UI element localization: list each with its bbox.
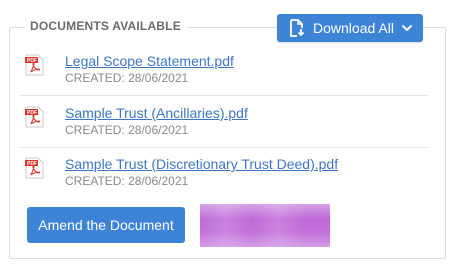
panel-title: DOCUMENTS AVAILABLE (24, 18, 187, 34)
document-created-date: CREATED: 28/06/2021 (65, 123, 189, 137)
document-item: PDF Sample Trust (Discretionary Trust De… (19, 155, 429, 199)
amend-document-button[interactable]: Amend the Document (27, 207, 185, 243)
download-all-button[interactable]: Download All (277, 14, 423, 42)
document-link[interactable]: Sample Trust (Ancillaries).pdf (65, 105, 248, 121)
svg-text:PDF: PDF (27, 110, 37, 116)
redacted-button (200, 204, 330, 247)
chevron-down-icon[interactable] (401, 24, 413, 32)
svg-text:PDF: PDF (27, 58, 37, 64)
pdf-file-icon: PDF (25, 157, 44, 179)
download-all-label: Download All (313, 20, 394, 36)
document-item: PDF Sample Trust (Ancillaries).pdf CREAT… (19, 104, 429, 148)
svg-text:PDF: PDF (27, 161, 37, 167)
file-download-icon (289, 19, 305, 37)
document-link[interactable]: Sample Trust (Discretionary Trust Deed).… (65, 156, 338, 172)
pdf-file-icon: PDF (25, 106, 44, 128)
pdf-file-icon: PDF (25, 54, 44, 76)
document-created-date: CREATED: 28/06/2021 (65, 71, 189, 85)
document-link[interactable]: Legal Scope Statement.pdf (65, 53, 234, 69)
document-created-date: CREATED: 28/06/2021 (65, 174, 189, 188)
document-item: PDF Legal Scope Statement.pdf CREATED: 2… (19, 52, 429, 96)
